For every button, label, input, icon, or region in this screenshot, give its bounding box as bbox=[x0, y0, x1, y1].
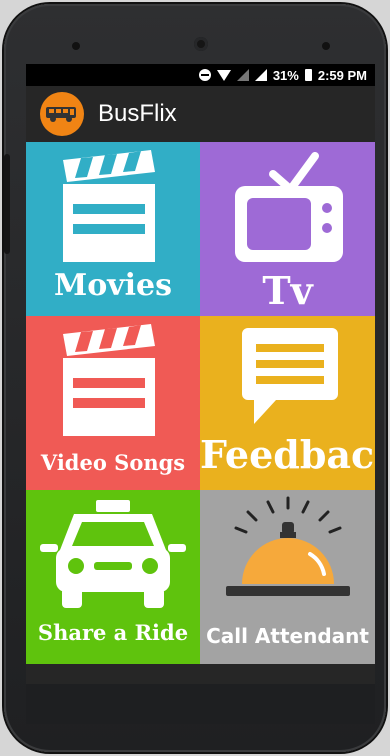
tv-icon bbox=[235, 152, 343, 262]
signal-icon bbox=[236, 69, 249, 81]
bus-logo-icon bbox=[40, 92, 84, 136]
clapperboard-icon bbox=[63, 324, 155, 436]
movies-tile[interactable]: Movies bbox=[26, 142, 200, 316]
sensor bbox=[72, 42, 80, 50]
tile-label: Share a Ride bbox=[37, 620, 189, 645]
tile-label: Tv bbox=[262, 268, 313, 313]
battery-icon bbox=[304, 69, 312, 81]
clock: 2:59 PM bbox=[317, 67, 367, 83]
wifi-icon bbox=[216, 69, 231, 81]
grid-bottom-strip bbox=[26, 664, 375, 684]
tile-label: Feedback bbox=[200, 432, 375, 477]
app-title: BusFlix bbox=[98, 100, 177, 127]
menu-grid: Movies Tv Video Songs Feedbac Share a Ri… bbox=[26, 142, 375, 684]
signal-icon bbox=[254, 69, 267, 81]
side-button bbox=[4, 154, 10, 254]
tile-label: Movies bbox=[53, 268, 173, 303]
clapperboard-icon bbox=[63, 150, 155, 262]
speech-bubble-icon bbox=[242, 328, 338, 424]
app-bar: BusFlix bbox=[26, 86, 375, 142]
tile-label: Video Songs bbox=[40, 450, 186, 475]
taxi-icon bbox=[40, 500, 186, 608]
navigation-bar bbox=[26, 684, 375, 724]
battery-percent: 31% bbox=[272, 67, 299, 83]
sensor bbox=[322, 42, 330, 50]
status-bar: 31% 2:59 PM bbox=[26, 64, 375, 86]
tv-tile[interactable]: Tv bbox=[200, 142, 375, 316]
feedback-tile[interactable]: Feedback bbox=[200, 316, 375, 490]
service-bell-icon bbox=[226, 496, 350, 596]
screen: 31% 2:59 PM BusFlix Movies Tv Video Song… bbox=[26, 64, 375, 684]
call-attendant-tile[interactable]: Call Attendant bbox=[200, 490, 375, 664]
front-camera bbox=[194, 37, 208, 51]
share-a-ride-tile[interactable]: Share a Ride bbox=[26, 490, 200, 664]
video-songs-tile[interactable]: Video Songs bbox=[26, 316, 200, 490]
tile-label: Call Attendant bbox=[206, 624, 369, 648]
do-not-disturb-icon bbox=[198, 69, 211, 81]
